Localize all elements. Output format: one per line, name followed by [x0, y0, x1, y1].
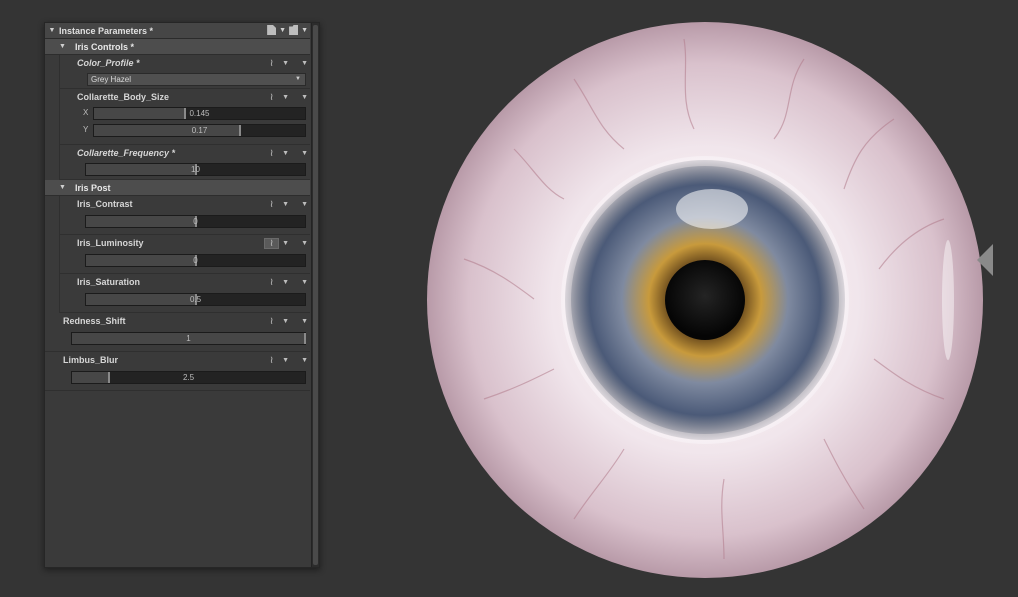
param-iris-saturation: Iris_Saturation ≀ ▼ ▼ 0.5: [59, 274, 310, 313]
cornea-highlight: [676, 189, 748, 229]
chevron-down-icon[interactable]: ▼: [282, 279, 289, 286]
pupil: [665, 260, 745, 340]
collarette-body-size-x-slider[interactable]: 0.145: [93, 107, 306, 120]
iris-contrast-slider[interactable]: 0: [85, 215, 306, 228]
curve-icon[interactable]: ≀: [264, 148, 279, 159]
chevron-down-icon[interactable]: ▼: [282, 201, 289, 208]
panel-scrollbar[interactable]: [311, 23, 319, 567]
color-profile-dropdown[interactable]: Grey Hazel ▼: [87, 73, 306, 86]
axis-label-y: Y: [83, 125, 89, 134]
curve-icon[interactable]: ≀: [264, 277, 279, 288]
chevron-down-icon[interactable]: ▼: [279, 27, 286, 34]
collapse-triangle-icon[interactable]: ▼: [45, 27, 59, 34]
chevron-down-icon[interactable]: ▼: [282, 60, 289, 67]
collarette-body-size-y-slider[interactable]: 0.17: [93, 124, 306, 137]
chevron-down-icon[interactable]: ▼: [301, 60, 308, 67]
limbus-blur-slider[interactable]: 2.5: [71, 371, 306, 384]
slider-value: 0: [193, 217, 198, 226]
curve-icon[interactable]: ≀: [264, 199, 279, 210]
rim-highlight: [942, 240, 954, 360]
param-collarette-body-size: Collarette_Body_Size ≀ ▼ ▼ X 0.145 Y 0.1…: [59, 89, 310, 145]
param-redness-shift: Redness_Shift ≀ ▼ ▼ 1: [45, 313, 310, 352]
chevron-down-icon[interactable]: ▼: [282, 150, 289, 157]
chevron-down-icon[interactable]: ▼: [282, 318, 289, 325]
dropdown-value: Grey Hazel: [91, 75, 132, 84]
collapse-triangle-icon[interactable]: ▼: [59, 184, 75, 191]
curve-icon[interactable]: ≀: [264, 238, 280, 249]
instance-parameters-panel: ▼ Instance Parameters * ▼ ▼ ▼ Iris Contr…: [44, 22, 320, 568]
chevron-down-icon[interactable]: ▼: [282, 240, 289, 247]
redness-shift-slider[interactable]: 1: [71, 332, 306, 345]
viewport-side-handle[interactable]: [977, 244, 993, 276]
collarette-frequency-slider[interactable]: 10: [85, 163, 306, 176]
group-iris-post[interactable]: ▼ Iris Post: [45, 180, 310, 196]
param-iris-contrast: Iris_Contrast ≀ ▼ ▼ 0: [59, 196, 310, 235]
slider-value: 0.17: [191, 126, 208, 135]
document-icon[interactable]: [267, 25, 277, 35]
panel-header[interactable]: ▼ Instance Parameters * ▼ ▼: [45, 23, 310, 39]
folder-icon[interactable]: [289, 25, 299, 35]
chevron-down-icon[interactable]: ▼: [301, 94, 308, 101]
param-iris-luminosity: Iris_Luminosity ≀ ▼ ▼ 0: [59, 235, 310, 274]
slider-value: 0: [193, 256, 198, 265]
collapse-arrow-icon[interactable]: [977, 244, 993, 276]
group-label: Iris Controls *: [75, 41, 135, 52]
chevron-down-icon: ▼: [295, 76, 301, 82]
group-iris-controls[interactable]: ▼ Iris Controls *: [45, 39, 310, 55]
chevron-down-icon[interactable]: ▼: [301, 279, 308, 286]
slider-value: 2.5: [182, 373, 195, 382]
eyeball-render: [427, 22, 983, 578]
curve-icon[interactable]: ≀: [264, 58, 279, 69]
iris-saturation-slider[interactable]: 0.5: [85, 293, 306, 306]
chevron-down-icon[interactable]: ▼: [301, 27, 308, 34]
scrollbar-thumb[interactable]: [313, 25, 318, 565]
chevron-down-icon[interactable]: ▼: [282, 357, 289, 364]
axis-label-x: X: [83, 108, 89, 117]
curve-icon[interactable]: ≀: [264, 92, 279, 103]
group-label: Iris Post: [75, 182, 111, 193]
chevron-down-icon[interactable]: ▼: [301, 201, 308, 208]
slider-value: 0.5: [189, 295, 202, 304]
chevron-down-icon[interactable]: ▼: [301, 357, 308, 364]
slider-value: 1: [186, 334, 191, 343]
slider-value: 0.145: [189, 109, 210, 118]
param-limbus-blur: Limbus_Blur ≀ ▼ ▼ 2.5: [45, 352, 310, 391]
chevron-down-icon[interactable]: ▼: [301, 150, 308, 157]
curve-icon[interactable]: ≀: [264, 355, 279, 366]
chevron-down-icon[interactable]: ▼: [301, 318, 308, 325]
collapse-triangle-icon[interactable]: ▼: [59, 43, 75, 50]
chevron-down-icon[interactable]: ▼: [301, 240, 308, 247]
panel-title: Instance Parameters *: [59, 25, 154, 36]
curve-icon[interactable]: ≀: [264, 316, 279, 327]
slider-value: 10: [191, 165, 200, 174]
chevron-down-icon[interactable]: ▼: [282, 94, 289, 101]
render-viewport[interactable]: [320, 0, 1018, 597]
param-color-profile: Color_Profile * ≀ ▼ ▼ Grey Hazel ▼: [59, 55, 310, 89]
iris-luminosity-slider[interactable]: 0: [85, 254, 306, 267]
param-collarette-frequency: Collarette_Frequency * ≀ ▼ ▼ 10: [59, 145, 310, 180]
